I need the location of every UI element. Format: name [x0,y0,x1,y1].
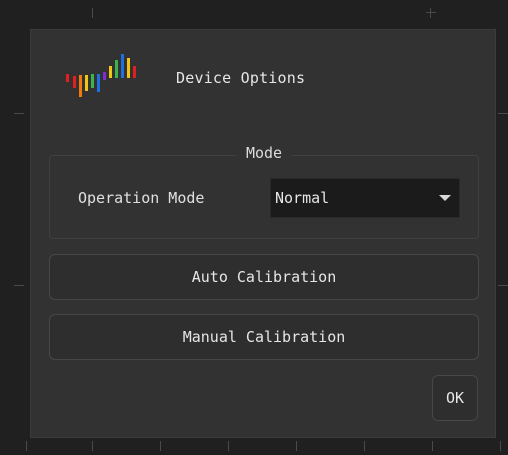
logo-bar [97,74,100,92]
grid-tick [92,8,93,18]
operation-mode-select[interactable]: Normal [270,178,460,218]
chevron-down-icon[interactable] [439,195,451,201]
grid-tick [26,441,27,451]
grid-tick [430,8,431,18]
grid-tick [14,113,24,114]
app-window: Device Options Mode Operation Mode Norma… [0,0,508,455]
grid-tick [364,441,365,451]
spectrum-bars-icon [66,54,136,97]
dialog-header: Device Options [64,48,305,108]
auto-calibration-button[interactable]: Auto Calibration [49,254,479,300]
logo-bar [115,60,118,78]
grid-tick [228,441,229,451]
logo-bar [133,66,136,78]
grid-tick [498,113,508,114]
grid-tick [498,285,508,286]
logo-bar [66,74,69,82]
logo-bar [85,75,88,91]
grid-tick [432,441,433,451]
dialog-title: Device Options [176,69,306,87]
logo-bar [73,76,76,88]
logo-bar [91,74,94,88]
mode-group-title: Mode [235,144,293,162]
grid-tick [426,12,436,13]
logo-bar [103,72,106,80]
grid-tick [160,441,161,451]
ok-button[interactable]: OK [432,375,478,421]
mode-group: Mode Operation Mode Normal [49,144,479,239]
manual-calibration-button[interactable]: Manual Calibration [49,314,479,360]
device-options-dialog: Device Options Mode Operation Mode Norma… [30,29,496,438]
operation-mode-label: Operation Mode [78,189,205,207]
logo-bar [127,58,130,78]
operation-mode-value: Normal [275,189,330,207]
grid-tick [92,441,93,451]
grid-tick [296,441,297,451]
logo-bar [109,66,112,78]
grid-tick [500,441,501,451]
logo-bar [79,75,82,97]
grid-tick [14,285,24,286]
logo-bar [121,54,124,78]
